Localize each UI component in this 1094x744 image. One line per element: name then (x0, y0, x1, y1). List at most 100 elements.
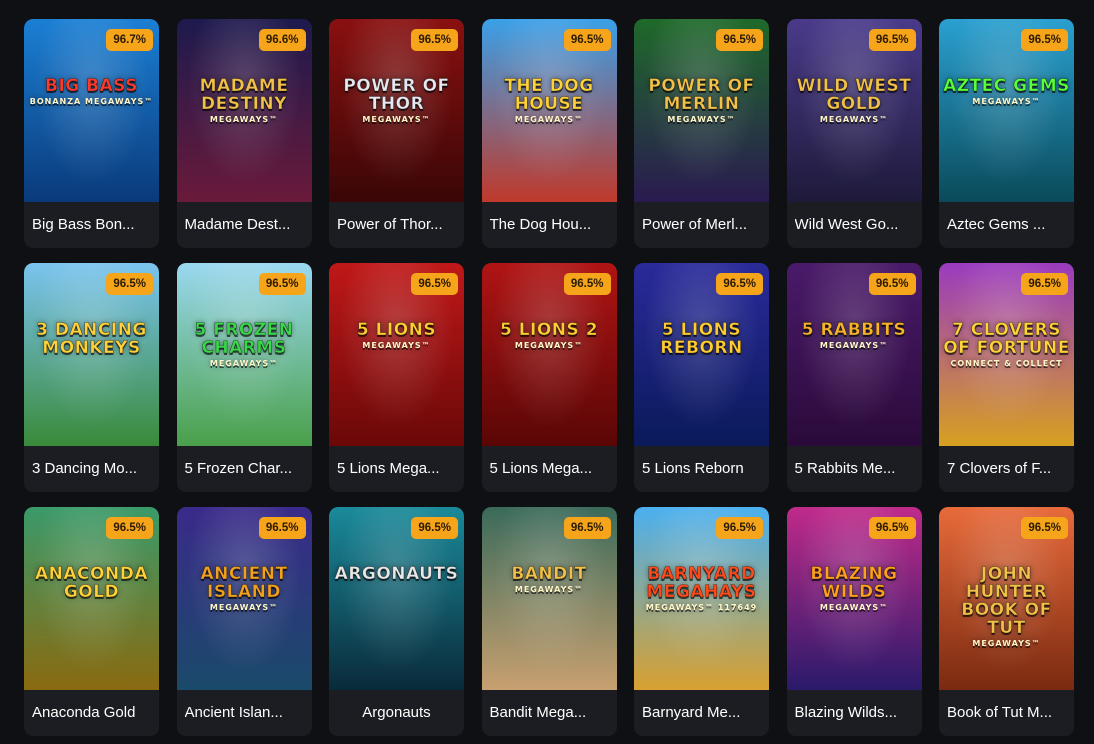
game-title[interactable]: 5 Lions Mega... (490, 460, 611, 478)
game-card[interactable]: Power of Thor Megaways™ 96.5% Power of Thor… (329, 19, 464, 248)
game-title[interactable]: 5 Lions Reborn (642, 460, 763, 478)
game-card[interactable]: Bandit Megaways™ 96.5% Bandit Mega... (481, 507, 617, 736)
game-thumbnail[interactable]: Bandit Megaways™ 96.5% (481, 507, 617, 690)
game-card[interactable]: 7 Clovers of Fortune Connect & Collect 96.… (939, 263, 1074, 492)
rtp-badge: 96.5% (868, 517, 916, 539)
game-logo-text: 5 Lions (356, 320, 437, 340)
game-thumbnail[interactable]: Ancient Island Megaways™ 96.5% (176, 507, 312, 690)
game-thumbnail[interactable]: 7 Clovers of Fortune Connect & Collect 96.… (939, 263, 1074, 446)
game-card[interactable]: Big Bass Bonanza Megaways™ 96.7% Big Bass B… (24, 19, 159, 248)
game-card[interactable]: Barnyard Megahays Megaways™ 117649 96.5% Ba… (634, 507, 769, 736)
game-thumbnail[interactable]: Madame Destiny Megaways™ 96.6% (176, 19, 312, 202)
game-logo: Big Bass Bonanza Megaways™ (28, 77, 155, 107)
game-title[interactable]: Big Bass Bon... (32, 216, 153, 234)
game-card[interactable]: Ancient Island Megaways™ 96.5% Ancient Isla… (176, 507, 312, 736)
game-logo-text: Bandit (511, 564, 587, 584)
game-title[interactable]: Barnyard Me... (642, 704, 763, 722)
rtp-badge: 96.5% (716, 273, 763, 295)
game-title[interactable]: Bandit Mega... (490, 704, 611, 722)
game-card[interactable]: Power of Merlin Megaways™ 96.5% Power of Me… (634, 19, 769, 248)
game-title[interactable]: Power of Thor... (337, 216, 458, 234)
game-logo: Anaconda Gold (28, 565, 155, 603)
game-logo: Madame Destiny Megaways™ (181, 77, 308, 125)
game-logo: John Hunter Book of Tut Megaways™ (943, 565, 1070, 649)
rtp-badge: 96.5% (868, 273, 916, 295)
game-logo-subtitle: Bonanza Megaways™ (29, 97, 154, 106)
game-logo-subtitle: Megaways™ (362, 341, 431, 350)
game-card[interactable]: 3 Dancing Monkeys 96.5% 3 Dancing Mo... (24, 263, 159, 492)
game-thumbnail[interactable]: Barnyard Megahays Megaways™ 117649 96.5% (634, 507, 769, 690)
game-thumbnail[interactable]: Aztec Gems Megaways™ 96.5% (939, 19, 1074, 202)
game-logo-text: 5 Lions 2 (499, 320, 599, 340)
game-thumbnail[interactable]: The Dog House Megaways™ 96.5% (481, 19, 617, 202)
game-card[interactable]: Wild West Gold Megaways™ 96.5% Wild West Go… (786, 19, 922, 248)
game-logo-subtitle: Megaways™ 117649 (645, 603, 758, 612)
game-logo-text: Ancient Island (200, 564, 288, 602)
game-thumbnail[interactable]: 5 Lions 2 Megaways™ 96.5% (481, 263, 617, 446)
rtp-badge: 96.5% (1021, 517, 1068, 539)
game-logo: Aztec Gems Megaways™ (943, 77, 1070, 107)
game-thumbnail[interactable]: Big Bass Bonanza Megaways™ 96.7% (24, 19, 159, 202)
game-card[interactable]: 5 Rabbits Megaways™ 96.5% 5 Rabbits Me... (786, 263, 922, 492)
game-title[interactable]: Wild West Go... (795, 216, 916, 234)
game-thumbnail[interactable]: 5 Lions Reborn 96.5% (634, 263, 769, 446)
game-card[interactable]: 5 Lions 2 Megaways™ 96.5% 5 Lions Mega... (481, 263, 617, 492)
game-title[interactable]: Madame Dest... (185, 216, 306, 234)
game-thumbnail[interactable]: Power of Merlin Megaways™ 96.5% (634, 19, 769, 202)
game-logo-subtitle: Megaways™ (972, 97, 1041, 106)
game-card[interactable]: Blazing Wilds Megaways™ 96.5% Blazing Wilds… (786, 507, 922, 736)
game-logo-subtitle: Megaways™ (819, 603, 889, 612)
game-thumbnail[interactable]: 5 Lions Megaways™ 96.5% (329, 263, 464, 446)
game-card[interactable]: Argonauts 96.5% Argonauts (329, 507, 464, 736)
game-title[interactable]: 5 Lions Mega... (337, 460, 458, 478)
game-title[interactable]: Blazing Wilds... (795, 704, 916, 722)
game-title[interactable]: The Dog Hou... (490, 216, 611, 234)
game-card[interactable]: Anaconda Gold 96.5% Anaconda Gold (24, 507, 159, 736)
game-card[interactable]: John Hunter Book of Tut Megaways™ 96.5% Boo… (939, 507, 1074, 736)
game-title[interactable]: Aztec Gems ... (947, 216, 1068, 234)
game-title[interactable]: 5 Frozen Char... (185, 460, 306, 478)
game-logo-text: Power of Thor (343, 76, 450, 114)
rtp-badge: 96.5% (563, 273, 611, 295)
game-thumbnail[interactable]: Anaconda Gold 96.5% (24, 507, 159, 690)
game-logo-subtitle: Connect & Collect (950, 359, 1063, 368)
game-card[interactable]: Madame Destiny Megaways™ 96.6% Madame Dest.… (176, 19, 312, 248)
game-logo-text: Wild West Gold (796, 76, 912, 114)
game-card[interactable]: 5 Frozen Charms Megaways™ 96.5% 5 Frozen Ch… (176, 263, 312, 492)
game-logo-subtitle: Megaways™ (819, 115, 889, 124)
rtp-badge: 96.5% (106, 517, 153, 539)
game-title[interactable]: Power of Merl... (642, 216, 763, 234)
game-card[interactable]: The Dog House Megaways™ 96.5% The Dog Hou..… (481, 19, 617, 248)
game-logo: Argonauts (333, 565, 460, 585)
game-title[interactable]: Book of Tut M... (947, 704, 1068, 722)
game-thumbnail[interactable]: John Hunter Book of Tut Megaways™ 96.5% (939, 507, 1074, 690)
game-logo-subtitle: Megaways™ (514, 115, 584, 124)
game-thumbnail[interactable]: 5 Rabbits Megaways™ 96.5% (786, 263, 922, 446)
game-card[interactable]: 5 Lions Reborn 96.5% 5 Lions Reborn (634, 263, 769, 492)
game-logo-subtitle: Megaways™ (514, 585, 584, 594)
game-logo-text: 3 Dancing Monkeys (36, 320, 147, 358)
game-card[interactable]: 5 Lions Megaways™ 96.5% 5 Lions Mega... (329, 263, 464, 492)
game-logo-text: 5 Frozen Charms (194, 320, 294, 358)
rtp-badge: 96.5% (258, 517, 306, 539)
game-title[interactable]: Ancient Islan... (185, 704, 306, 722)
game-title[interactable]: 5 Rabbits Me... (795, 460, 916, 478)
game-thumbnail[interactable]: 5 Frozen Charms Megaways™ 96.5% (176, 263, 312, 446)
game-card[interactable]: Aztec Gems Megaways™ 96.5% Aztec Gems ... (939, 19, 1074, 248)
game-thumbnail[interactable]: 3 Dancing Monkeys 96.5% (24, 263, 159, 446)
game-title[interactable]: Argonauts (329, 704, 464, 722)
game-title[interactable]: Anaconda Gold (32, 704, 153, 722)
game-logo-text: 7 Clovers of Fortune (943, 320, 1070, 358)
game-logo: Ancient Island Megaways™ (181, 565, 308, 613)
game-logo-subtitle: Megaways™ (972, 639, 1041, 648)
game-logo: 5 Lions Reborn (638, 321, 765, 359)
rtp-badge: 96.5% (868, 29, 916, 51)
game-title[interactable]: 3 Dancing Mo... (32, 460, 153, 478)
game-thumbnail[interactable]: Blazing Wilds Megaways™ 96.5% (786, 507, 922, 690)
game-thumbnail[interactable]: Wild West Gold Megaways™ 96.5% (786, 19, 922, 202)
game-thumbnail[interactable]: Argonauts 96.5% (329, 507, 464, 690)
game-logo-subtitle: Megaways™ (514, 341, 584, 350)
game-thumbnail[interactable]: Power of Thor Megaways™ 96.5% (329, 19, 464, 202)
game-title[interactable]: 7 Clovers of F... (947, 460, 1068, 478)
game-logo-subtitle: Megaways™ (819, 341, 889, 350)
